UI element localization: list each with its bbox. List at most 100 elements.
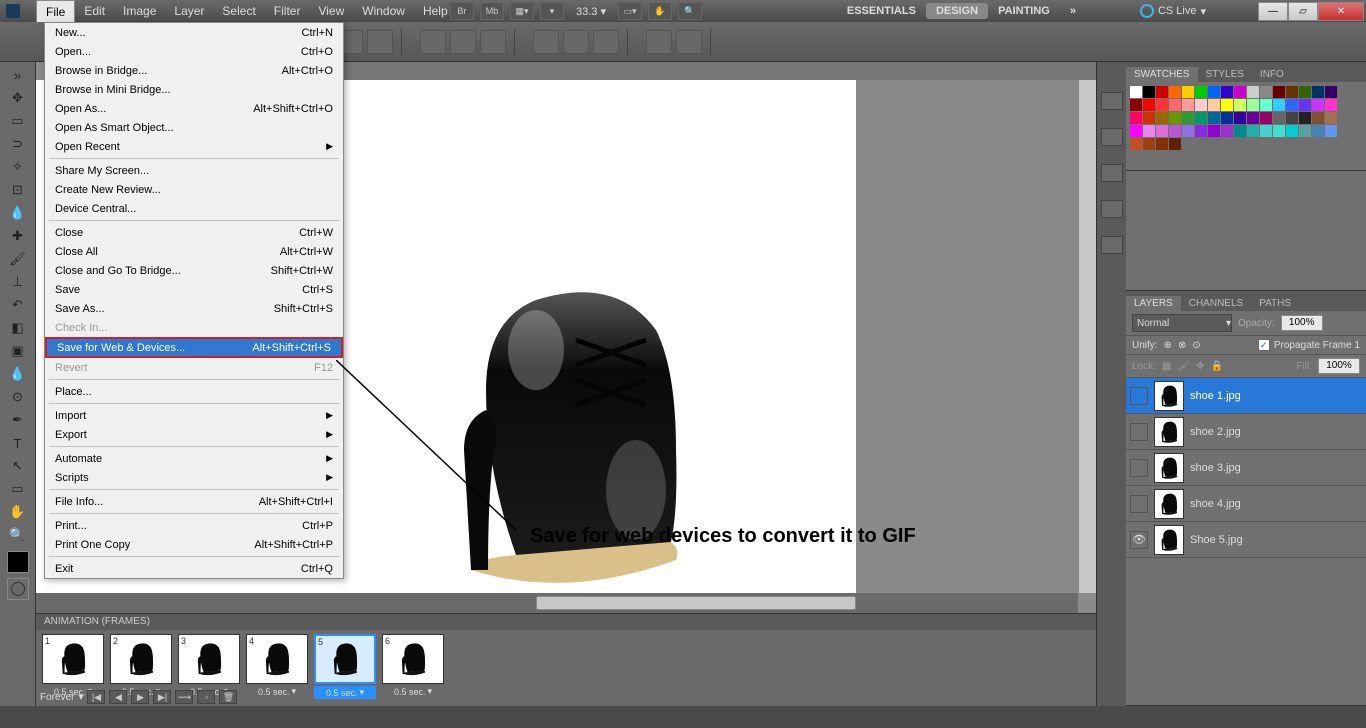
pen-tool[interactable]: ✒ (5, 409, 31, 431)
arrange-icon[interactable]: ▭▾ (618, 2, 642, 20)
swatch[interactable] (1234, 125, 1246, 137)
unify-icon-3[interactable]: ⊙ (1192, 340, 1200, 351)
file-menu-place[interactable]: Place... (45, 382, 343, 401)
panel-tab-layers[interactable]: LAYERS (1126, 296, 1181, 311)
prev-frame-button[interactable]: ◀ (109, 690, 127, 704)
swatch[interactable] (1312, 112, 1324, 124)
file-menu-new[interactable]: New...Ctrl+N (45, 23, 343, 42)
move-tool[interactable]: ✥ (5, 87, 31, 109)
lock-pixels-icon[interactable]: 🖌 (1177, 361, 1190, 372)
swatch[interactable] (1208, 99, 1220, 111)
opt-icon-8[interactable] (676, 30, 702, 54)
opt-icon-5[interactable] (563, 30, 589, 54)
swatch[interactable] (1286, 86, 1298, 98)
panel-tab-swatches[interactable]: SWATCHES (1126, 67, 1198, 82)
layer-visibility-icon[interactable] (1130, 495, 1148, 513)
swatch[interactable] (1234, 112, 1246, 124)
blur-tool[interactable]: 💧 (5, 363, 31, 385)
swatch[interactable] (1156, 138, 1168, 150)
animation-frame[interactable]: 60.5 sec.▾ (382, 634, 444, 699)
layer-row[interactable]: 👁Shoe 5.jpg (1126, 522, 1366, 558)
swatch[interactable] (1195, 86, 1207, 98)
lock-transparency-icon[interactable]: ▦ (1162, 361, 1171, 372)
brush-strip-icon[interactable] (1101, 200, 1123, 218)
vertical-scrollbar[interactable] (1078, 80, 1096, 593)
zoom-value[interactable]: 33.3 ▾ (570, 5, 612, 18)
menu-edit[interactable]: Edit (75, 0, 114, 22)
swatch[interactable] (1221, 112, 1233, 124)
delete-frame-button[interactable]: 🗑 (219, 690, 237, 704)
panel-tab-styles[interactable]: STYLES (1198, 67, 1252, 82)
file-menu-save-for-web-devices[interactable]: Save for Web & Devices...Alt+Shift+Ctrl+… (45, 337, 343, 358)
file-menu-close-and-go-to-bridge[interactable]: Close and Go To Bridge...Shift+Ctrl+W (45, 261, 343, 280)
swatch[interactable] (1299, 112, 1311, 124)
swatch[interactable] (1130, 99, 1142, 111)
lock-all-icon[interactable]: 🔒 (1210, 361, 1222, 372)
swatch[interactable] (1156, 125, 1168, 137)
swatch[interactable] (1156, 86, 1168, 98)
swatch[interactable] (1260, 86, 1272, 98)
layer-row[interactable]: shoe 1.jpg (1126, 378, 1366, 414)
zoom-tool[interactable]: 🔍 (5, 524, 31, 546)
propagate-checkbox[interactable]: ✓ (1258, 339, 1270, 351)
menu-help[interactable]: Help (414, 0, 457, 22)
file-menu-browse-in-mini-bridge[interactable]: Browse in Mini Bridge... (45, 80, 343, 99)
swatch[interactable] (1273, 99, 1285, 111)
swatch[interactable] (1247, 99, 1259, 111)
swatch[interactable] (1273, 86, 1285, 98)
swatch[interactable] (1312, 86, 1324, 98)
actions-strip-icon[interactable] (1101, 164, 1123, 182)
swatch[interactable] (1182, 86, 1194, 98)
lock-position-icon[interactable]: ✥ (1196, 361, 1204, 372)
mb-strip-icon[interactable] (1101, 92, 1123, 110)
path-tool[interactable]: ↖ (5, 455, 31, 477)
swatch[interactable] (1182, 99, 1194, 111)
swatch[interactable] (1299, 125, 1311, 137)
opt-icon-2[interactable] (450, 30, 476, 54)
swatch[interactable] (1247, 112, 1259, 124)
panel-tab-info[interactable]: INFO (1252, 67, 1292, 82)
swatch[interactable] (1169, 112, 1181, 124)
eraser-tool[interactable]: ◧ (5, 317, 31, 339)
swatch[interactable] (1312, 125, 1324, 137)
gradient-tool[interactable]: ▣ (5, 340, 31, 362)
file-menu-browse-in-bridge[interactable]: Browse in Bridge...Alt+Ctrl+O (45, 61, 343, 80)
file-menu-save-as[interactable]: Save As...Shift+Ctrl+S (45, 299, 343, 318)
file-menu-close-all[interactable]: Close AllAlt+Ctrl+W (45, 242, 343, 261)
layer-row[interactable]: shoe 3.jpg (1126, 450, 1366, 486)
layer-row[interactable]: shoe 2.jpg (1126, 414, 1366, 450)
menu-image[interactable]: Image (114, 0, 165, 22)
opt-icon-7[interactable] (646, 30, 672, 54)
swatch[interactable] (1182, 112, 1194, 124)
swatch[interactable] (1143, 99, 1155, 111)
menu-select[interactable]: Select (213, 0, 264, 22)
swatch[interactable] (1325, 112, 1337, 124)
unify-icon-1[interactable]: ⊕ (1164, 340, 1172, 351)
menu-file[interactable]: File (36, 0, 75, 22)
file-menu-file-info[interactable]: File Info...Alt+Shift+Ctrl+I (45, 492, 343, 511)
minibridge-icon[interactable]: Mb (480, 2, 504, 20)
file-menu-create-new-review[interactable]: Create New Review... (45, 180, 343, 199)
swatch[interactable] (1156, 112, 1168, 124)
layer-visibility-icon[interactable] (1130, 459, 1148, 477)
view-grid-icon[interactable]: ▦▾ (510, 2, 534, 20)
opt-icon-1[interactable] (420, 30, 446, 54)
animation-frame[interactable]: 50.5 sec.▾ (314, 634, 376, 699)
zoom-tool-icon[interactable]: 🔍 (678, 2, 702, 20)
panel-tab-channels[interactable]: CHANNELS (1181, 296, 1251, 311)
maximize-button[interactable]: ▱ (1288, 2, 1318, 21)
shape-tool[interactable]: ▭ (5, 478, 31, 500)
healing-tool[interactable]: ✚ (5, 225, 31, 247)
hand-tool[interactable]: ✋ (5, 501, 31, 523)
workspace-tab-design[interactable]: DESIGN (926, 3, 988, 19)
minimize-button[interactable]: — (1258, 2, 1288, 21)
crop-tool[interactable]: ⊡ (5, 179, 31, 201)
swatch[interactable] (1195, 112, 1207, 124)
menu-layer[interactable]: Layer (165, 0, 213, 22)
swatch[interactable] (1234, 86, 1246, 98)
swatch[interactable] (1286, 112, 1298, 124)
swatch[interactable] (1286, 99, 1298, 111)
layer-visibility-icon[interactable] (1130, 387, 1148, 405)
swatch[interactable] (1221, 99, 1233, 111)
opt-icon-4[interactable] (533, 30, 559, 54)
